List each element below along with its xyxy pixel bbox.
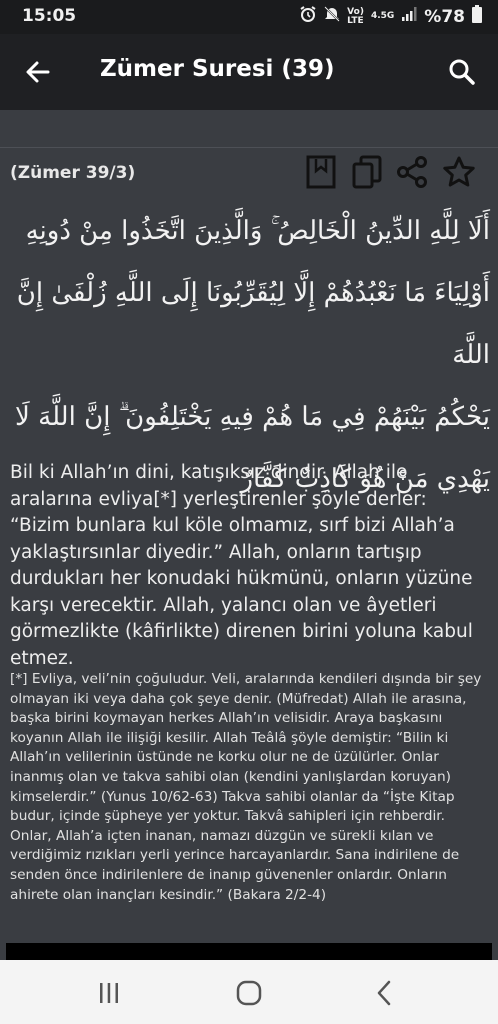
status-icons: Vo) LTE 4.5G %78	[299, 5, 482, 28]
back-icon[interactable]	[370, 978, 400, 1008]
arabic-line: يَحْكُمُ بَيْنَهُمْ فِي مَا هُمْ فِيهِ ي…	[15, 402, 490, 432]
bottom-strip	[6, 943, 492, 960]
app-bar: Zümer Suresi (39)	[0, 34, 498, 110]
arrow-left-icon[interactable]	[22, 56, 54, 88]
verse-content: (Zümer 39/3) أَلَا لِلَّهِ الدِّينُ الْخ…	[0, 110, 498, 960]
verse-footnote: [*] Evliya, veli’nin çoğuludur. Veli, ar…	[10, 671, 482, 903]
star-icon[interactable]	[442, 155, 476, 189]
recent-apps-icon[interactable]	[94, 978, 124, 1008]
arabic-line: أَوْلِيَاءَ مَا نَعْبُدُهُمْ إِلَّا لِيُ…	[16, 278, 490, 370]
network-speed: 4.5G	[370, 11, 395, 21]
status-bar: 15:05 Vo) LTE 4.5G %78	[0, 0, 498, 34]
alarm-icon	[299, 5, 317, 28]
page-title: Zümer Suresi (39)	[100, 56, 335, 82]
verse-translation: Bil ki Allah’ın dini, katışıksız dindir.…	[10, 462, 473, 669]
copy-icon[interactable]	[352, 155, 382, 189]
network-label: Vo) LTE	[347, 7, 364, 26]
system-nav-bar	[0, 960, 498, 1024]
status-time: 15:05	[22, 6, 77, 26]
verse-actions	[306, 155, 476, 189]
battery-icon	[472, 5, 482, 28]
search-icon[interactable]	[446, 56, 478, 88]
arabic-line: أَلَا لِلَّهِ الدِّينُ الْخَالِصُ ۚ وَال…	[25, 216, 490, 246]
battery-percent: %78	[424, 6, 465, 27]
divider	[0, 147, 498, 148]
home-icon[interactable]	[234, 978, 264, 1008]
signal-icon	[401, 6, 417, 27]
share-icon[interactable]	[396, 155, 428, 189]
lte-label: LTE	[347, 15, 364, 26]
mute-icon	[324, 5, 340, 28]
verse-reference: (Zümer 39/3)	[10, 163, 136, 183]
bookmark-icon[interactable]	[306, 155, 338, 189]
